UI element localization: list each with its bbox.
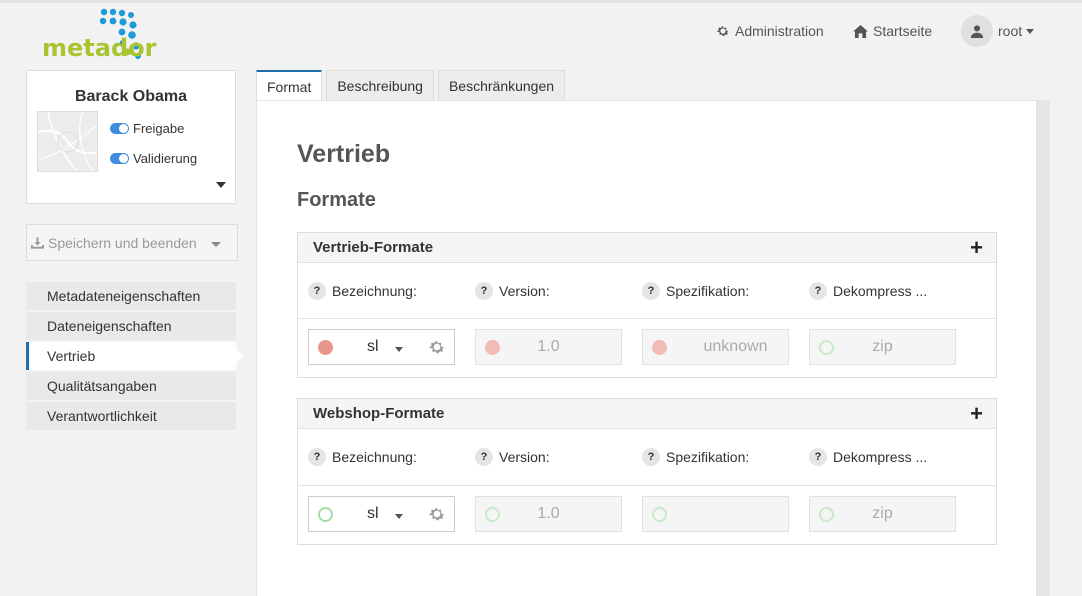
column-label: Spezifikation:	[666, 449, 750, 465]
version-value: 1.0	[537, 338, 560, 355]
decompression-field[interactable]: zip	[809, 496, 956, 532]
decompression-value: zip	[872, 505, 893, 522]
home-icon	[853, 24, 868, 38]
column-label: Dekompress ...	[833, 283, 928, 299]
tab-format[interactable]: Format	[256, 70, 323, 101]
avatar-icon	[961, 15, 993, 47]
column-headers: ? Bezeichnung: ? Version: ? Spezifikatio…	[298, 263, 996, 319]
chevron-down-icon	[395, 347, 403, 352]
box-title: Webshop-Formate	[313, 405, 445, 422]
column-header-bezeichnung: ? Bezeichnung:	[308, 448, 417, 466]
sidebar-item-metadateneigenschaften[interactable]: Metadateneigenschaften	[26, 282, 236, 310]
box-header: Webshop-Formate +	[298, 399, 996, 429]
admin-link[interactable]: Administration	[716, 14, 824, 48]
content-panel: Vertrieb Formate Vertrieb-Formate + ? Be…	[256, 100, 1037, 596]
column-header-dekompression: ? Dekompress ...	[809, 282, 927, 300]
help-icon[interactable]: ?	[308, 282, 326, 300]
decompression-value: zip	[872, 338, 893, 355]
webshop-formate-box: Webshop-Formate + ? Bezeichnung: ? Versi…	[297, 398, 997, 545]
status-error-icon	[318, 340, 333, 355]
record-title: Barack Obama	[74, 88, 188, 105]
tab-bar: Format Beschreibung Beschränkungen	[256, 70, 569, 101]
toggle-label: Validierung	[133, 151, 198, 166]
format-name-select[interactable]: sl	[308, 329, 455, 365]
sidebar-item-dateneigenschaften[interactable]: Dateneigenschaften	[26, 312, 236, 340]
gear-icon	[716, 24, 730, 38]
column-label: Version:	[499, 449, 550, 465]
toggle-label: Freigabe	[133, 121, 185, 136]
metador-logo[interactable]: metador	[40, 8, 165, 64]
specification-field[interactable]	[642, 496, 789, 532]
toggle-validierung[interactable]: Validierung	[110, 151, 197, 166]
home-label: Startseite	[873, 23, 933, 39]
specification-value: unknown	[703, 338, 768, 355]
expand-card-icon[interactable]	[216, 182, 226, 188]
sidebar-item-vertrieb[interactable]: Vertrieb	[26, 342, 244, 370]
version-field[interactable]: 1.0	[475, 329, 622, 365]
format-row: sl 1.0 zip	[298, 486, 996, 544]
user-label: root	[998, 23, 1023, 39]
toggle-switch-icon	[110, 123, 129, 134]
gear-icon[interactable]	[428, 338, 446, 356]
help-icon[interactable]: ?	[475, 448, 493, 466]
download-icon	[31, 236, 44, 249]
box-title: Vertrieb-Formate	[313, 239, 434, 256]
column-header-dekompression: ? Dekompress ...	[809, 448, 927, 466]
sidebar-item-verantwortlichkeit[interactable]: Verantwortlichkeit	[26, 402, 236, 430]
add-format-button[interactable]: +	[970, 403, 983, 425]
sidebar-nav: Metadateneigenschaften Dateneigenschafte…	[26, 282, 244, 432]
panel-scrollbar[interactable]	[1037, 100, 1050, 596]
toggle-switch-icon	[110, 153, 129, 164]
toggle-freigabe[interactable]: Freigabe	[110, 121, 184, 136]
column-header-version: ? Version:	[475, 282, 550, 300]
column-header-spezifikation: ? Spezifikation:	[642, 282, 749, 300]
status-ok-icon	[318, 507, 333, 522]
map-thumbnail[interactable]	[37, 111, 98, 172]
column-headers: ? Bezeichnung: ? Version: ? Spezifikatio…	[298, 429, 996, 486]
format-row: sl 1.0 unknown zip	[298, 319, 996, 377]
gear-icon[interactable]	[428, 505, 446, 523]
tab-beschraenkungen[interactable]: Beschränkungen	[437, 70, 566, 101]
help-icon[interactable]: ?	[642, 282, 660, 300]
version-value: 1.0	[537, 505, 560, 522]
column-label: Bezeichnung:	[332, 449, 417, 465]
specification-field[interactable]: unknown	[642, 329, 789, 365]
column-header-version: ? Version:	[475, 448, 550, 466]
tab-beschreibung[interactable]: Beschreibung	[326, 70, 434, 101]
status-ok-icon	[652, 507, 667, 522]
brand-name: metador	[42, 34, 157, 62]
chevron-down-icon	[1026, 28, 1035, 34]
save-and-close-button[interactable]: Speichern und beenden	[26, 224, 238, 261]
save-label: Speichern und beenden	[48, 234, 197, 251]
help-icon[interactable]: ?	[809, 448, 827, 466]
home-link[interactable]: Startseite	[853, 14, 932, 48]
record-card: Barack Obama Freigabe Validierung	[26, 70, 236, 204]
chevron-down-icon[interactable]	[211, 242, 221, 247]
page-title: Vertrieb	[297, 140, 391, 168]
column-header-bezeichnung: ? Bezeichnung:	[308, 282, 417, 300]
section-title: Formate	[297, 189, 376, 211]
help-icon[interactable]: ?	[308, 448, 326, 466]
help-icon[interactable]: ?	[809, 282, 827, 300]
add-format-button[interactable]: +	[970, 237, 983, 259]
version-field[interactable]: 1.0	[475, 496, 622, 532]
admin-label: Administration	[735, 23, 824, 39]
chevron-down-icon	[395, 514, 403, 519]
top-border	[0, 0, 1082, 3]
vertrieb-formate-box: Vertrieb-Formate + ? Bezeichnung: ? Vers…	[297, 232, 997, 378]
decompression-field[interactable]: zip	[809, 329, 956, 365]
format-name-select[interactable]: sl	[308, 496, 455, 532]
help-icon[interactable]: ?	[475, 282, 493, 300]
column-label: Bezeichnung:	[332, 283, 417, 299]
column-label: Dekompress ...	[833, 449, 928, 465]
format-name-value: sl	[367, 505, 379, 522]
box-header: Vertrieb-Formate +	[298, 233, 996, 263]
format-name-value: sl	[367, 338, 379, 355]
user-menu[interactable]: root	[961, 14, 1035, 48]
column-label: Version:	[499, 283, 550, 299]
sidebar-item-qualitaetsangaben[interactable]: Qualitätsangaben	[26, 372, 236, 400]
column-label: Spezifikation:	[666, 283, 750, 299]
column-header-spezifikation: ? Spezifikation:	[642, 448, 749, 466]
help-icon[interactable]: ?	[642, 448, 660, 466]
